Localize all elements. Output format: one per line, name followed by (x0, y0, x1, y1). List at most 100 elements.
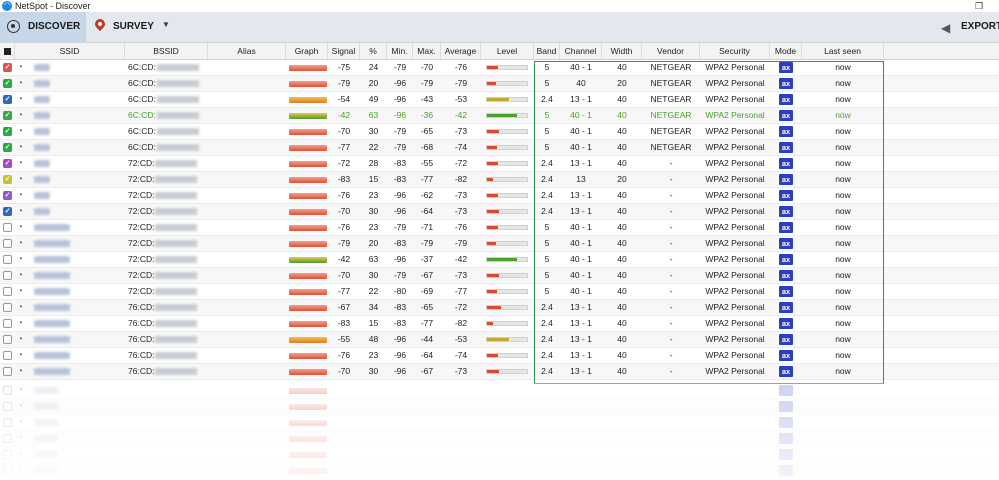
row-checkbox[interactable] (3, 303, 12, 312)
col-ssid[interactable]: SSID (15, 43, 125, 59)
survey-dropdown-icon[interactable]: ▼ (162, 20, 170, 29)
row-checkbox[interactable] (3, 319, 12, 328)
bssid-cell: 76:CD: (128, 348, 198, 363)
col-alias[interactable]: Alias (208, 43, 286, 59)
window-title: NetSpot - Discover (15, 1, 91, 11)
col-vendor[interactable]: Vendor (642, 43, 700, 59)
col-percent[interactable]: % (360, 43, 387, 59)
export-back-arrow-icon[interactable]: ◀ (941, 21, 950, 35)
cell-min: -96 (393, 94, 407, 104)
ssid-redacted (34, 403, 58, 410)
survey-tab[interactable]: SURVEY (113, 21, 154, 32)
row-checkbox[interactable]: ✓ (3, 79, 12, 88)
table-row[interactable]: ✓ ◔ 6C:CD: -77 22 -79 -68 -74 5 40 - 1 40 NETGEAR WP… (0, 140, 999, 156)
table-row[interactable]: ✓ ◔ 6C:CD: -54 49 -96 -43 -53 2.4 13 - 1 40 NETGEAR… (0, 92, 999, 108)
cell-security: WPA2 Personal (705, 126, 765, 136)
col-bssid[interactable]: BSSID (125, 43, 208, 59)
cell-width: 40 (617, 222, 627, 232)
row-checkbox[interactable] (3, 335, 12, 344)
row-checkbox[interactable] (3, 271, 12, 280)
col-last-seen[interactable]: Last seen (802, 43, 884, 59)
cell-channel: 40 - 1 (570, 222, 592, 232)
bssid-redacted (155, 224, 198, 232)
col-signal[interactable]: Signal (328, 43, 360, 59)
select-all-checkbox[interactable] (0, 43, 15, 59)
table-row[interactable]: ✓ ◔ 6C:CD: -42 63 -96 -36 -42 5 40 - 1 40 NETGEAR WP… (0, 108, 999, 124)
table-row[interactable]: ◔ 72:CD: -77 22 -80 -69 -77 5 40 - 1 40 - WPA2 Pers… (0, 284, 999, 300)
cell-min: -79 (393, 62, 407, 72)
discover-tab[interactable]: DISCOVER (0, 12, 86, 42)
wifi-signal-icon: ◔ (17, 142, 24, 153)
wifi-signal-icon: ◔ (17, 254, 24, 265)
cell-width: 40 (617, 206, 627, 216)
cell-min: -79 (393, 222, 407, 232)
bssid-cell: 72:CD: (128, 236, 198, 251)
row-checkbox[interactable] (3, 367, 12, 376)
cell-width: 40 (617, 158, 627, 168)
table-row[interactable]: ◔ 76:CD: -76 23 -96 -64 -74 2.4 13 - 1 40 - WPA2 Pe… (0, 348, 999, 364)
cell-pct: 63 (368, 110, 379, 120)
table-row[interactable]: ◔ 72:CD: -79 20 -83 -79 -79 5 40 - 1 40 - WPA2 Pers… (0, 236, 999, 252)
ssid-redacted (34, 419, 58, 426)
cell-pct: 23 (368, 190, 379, 200)
cell-security: WPA2 Personal (705, 318, 765, 328)
table-row[interactable]: ◔ 76:CD: -67 34 -83 -65 -72 2.4 13 - 1 40 - WPA2 Pe… (0, 300, 999, 316)
table-row[interactable]: ✓ ◔ 6C:CD: -75 24 -79 -70 -76 5 40 - 1 40 NETGEAR WP… (0, 60, 999, 76)
row-checkbox[interactable] (3, 351, 12, 360)
cell-avg: -77 (454, 286, 468, 296)
col-average[interactable]: Average (441, 43, 481, 59)
table-row[interactable]: ✓ ◔ 72:CD: -83 15 -83 -77 -82 2.4 13 20 - WPA2 Perso… (0, 172, 999, 188)
bssid-cell: 6C:CD: (128, 60, 199, 75)
level-fill (487, 98, 509, 101)
table-row[interactable]: ✓ ◔ 72:CD: -72 28 -83 -55 -72 2.4 13 - 1 40 - WPA2 P… (0, 156, 999, 172)
col-band[interactable]: Band (534, 43, 560, 59)
col-min[interactable]: Min. (387, 43, 413, 59)
mode-badge: ax (779, 254, 793, 265)
row-checkbox[interactable]: ✓ (3, 143, 12, 152)
table-row[interactable]: ✓ ◔ 6C:CD: -70 30 -79 -65 -73 5 40 - 1 40 NETGEAR WP… (0, 124, 999, 140)
table-row[interactable]: ◔ 76:CD: -55 48 -96 -44 -53 2.4 13 - 1 40 - WPA2 Pe… (0, 332, 999, 348)
table-row[interactable]: ◔ 72:CD: -76 23 -79 -71 -76 5 40 - 1 40 - WPA2 Pers… (0, 220, 999, 236)
table-row[interactable]: ◔ 76:CD: -70 30 -96 -67 -73 2.4 13 - 1 40 - WPA2 Pe… (0, 364, 999, 380)
cell-security: WPA2 Personal (705, 142, 765, 152)
col-level[interactable]: Level (481, 43, 534, 59)
col-graph[interactable]: Graph (286, 43, 328, 59)
export-button[interactable]: EXPORT (961, 21, 999, 32)
col-width[interactable]: Width (602, 43, 642, 59)
row-checkbox[interactable] (3, 287, 12, 296)
col-mode[interactable]: Mode (770, 43, 802, 59)
table-row[interactable]: ◔ 72:CD: -70 30 -79 -67 -73 5 40 - 1 40 - WPA2 Pers… (0, 268, 999, 284)
row-checkbox[interactable]: ✓ (3, 207, 12, 216)
col-channel[interactable]: Channel (560, 43, 602, 59)
row-checkbox[interactable] (3, 239, 12, 248)
row-checkbox[interactable] (3, 223, 12, 232)
col-security[interactable]: Security (700, 43, 770, 59)
bssid-prefix: 72:CD: (128, 286, 155, 296)
col-max[interactable]: Max. (413, 43, 441, 59)
mode-badge: ax (779, 318, 793, 329)
table-row[interactable]: ✓ ◔ 72:CD: -76 23 -96 -62 -73 2.4 13 - 1 40 - WPA2 P… (0, 188, 999, 204)
level-fill (487, 210, 499, 213)
table-row[interactable]: ◔ 72:CD: -42 63 -96 -37 -42 5 40 - 1 40 - WPA2 Pers… (0, 252, 999, 268)
bssid-prefix: 6C:CD: (128, 78, 156, 88)
row-checkbox (3, 402, 12, 411)
table-row[interactable]: ✓ ◔ 72:CD: -70 30 -96 -64 -73 2.4 13 - 1 40 - WPA2 P… (0, 204, 999, 220)
table-row[interactable]: ✓ ◔ 6C:CD: -79 20 -96 -79 -79 5 40 20 NETGEAR WPA2 P… (0, 76, 999, 92)
cell-last: now (835, 158, 851, 168)
row-checkbox[interactable] (3, 255, 12, 264)
row-checkbox[interactable]: ✓ (3, 191, 12, 200)
restore-window-icon[interactable]: ❐ (970, 0, 988, 12)
row-checkbox[interactable]: ✓ (3, 175, 12, 184)
discover-icon (7, 20, 20, 33)
cell-band: 5 (544, 78, 550, 88)
table-row[interactable]: ◔ 76:CD: -83 15 -83 -77 -82 2.4 13 - 1 40 - WPA2 Pe… (0, 316, 999, 332)
row-checkbox[interactable]: ✓ (3, 159, 12, 168)
level-fill (487, 146, 497, 149)
row-checkbox[interactable]: ✓ (3, 63, 12, 72)
row-checkbox[interactable]: ✓ (3, 127, 12, 136)
cell-max: -79 (420, 238, 434, 248)
row-checkbox[interactable]: ✓ (3, 111, 12, 120)
row-checkbox[interactable]: ✓ (3, 95, 12, 104)
survey-pin-icon[interactable] (92, 16, 108, 32)
cell-vendor: - (669, 350, 673, 360)
